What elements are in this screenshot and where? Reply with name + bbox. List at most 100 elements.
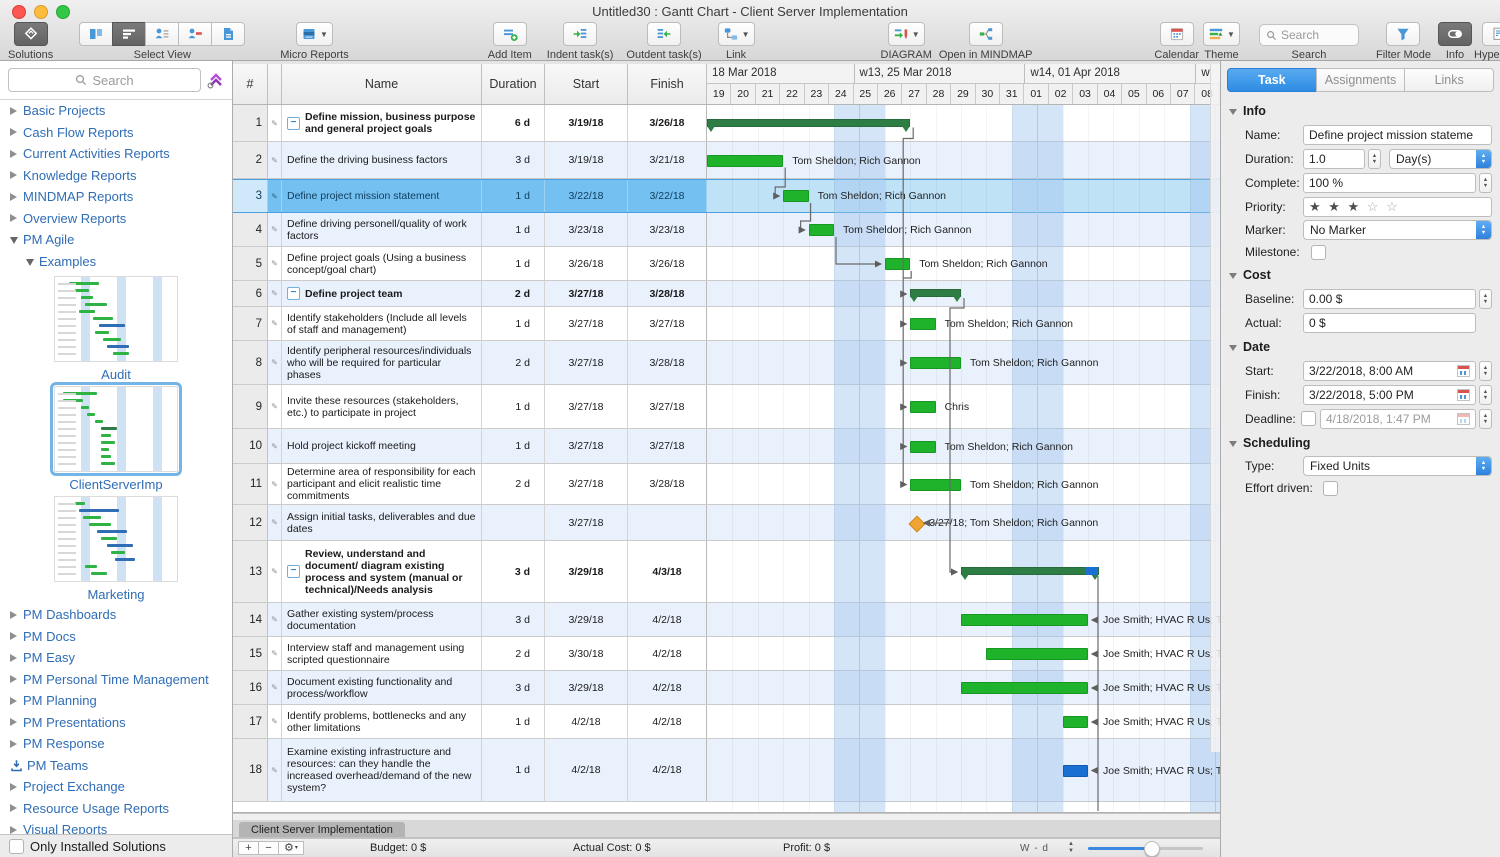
chevron-right-icon[interactable] [10,171,17,179]
task-duration-cell[interactable]: 2 d [482,637,545,670]
chevron-right-icon[interactable] [10,150,17,158]
chevron-right-icon[interactable] [10,675,17,683]
task-duration-cell[interactable]: 2 d [482,464,545,504]
document-tab[interactable]: Client Server Implementation [239,822,405,837]
sidebar-item-project-exchange[interactable]: Project Exchange [0,776,232,798]
task-finish-cell[interactable]: 4/2/18 [628,603,707,636]
task-bar[interactable] [1063,765,1088,777]
tab-task[interactable]: Task [1227,68,1317,92]
actual-cost-field[interactable]: 0 $ [1303,313,1476,333]
task-finish-cell[interactable]: 3/28/18 [628,341,707,384]
task-finish-cell[interactable]: 3/27/18 [628,385,707,428]
task-start-cell[interactable]: 3/26/18 [545,247,628,280]
row-number[interactable]: 15 [233,637,268,670]
preview-thumbnail[interactable] [54,496,178,582]
finish-date-stepper[interactable]: ▲▼ [1479,385,1492,405]
diagram-button[interactable]: ▼ [888,22,925,46]
task-name-field[interactable]: Define project mission stateme [1303,125,1492,145]
start-date-field[interactable]: 3/22/2018, 8:00 AM [1303,361,1476,381]
task-start-cell[interactable]: 4/2/18 [545,705,628,738]
collapse-triangle-icon[interactable] [1229,109,1237,115]
calendar-mini-icon[interactable] [1457,365,1470,377]
sidebar-item-pm-personal-time-management[interactable]: PM Personal Time Management [0,669,232,691]
task-bar[interactable] [809,224,834,236]
duration-unit-dropdown[interactable]: Day(s)▲▼ [1389,149,1492,169]
sidebar-item-visual-reports[interactable]: Visual Reports [0,819,232,835]
task-name-cell[interactable]: Gather existing system/process documenta… [282,603,482,636]
chevron-right-icon[interactable] [10,783,17,791]
row-number[interactable]: 3 [233,180,268,212]
task-start-cell[interactable]: 3/27/18 [545,464,628,504]
preview-caption[interactable]: Audit [101,367,131,382]
task-start-cell[interactable]: 3/27/18 [545,505,628,540]
sidebar-item-pm-response[interactable]: PM Response [0,733,232,755]
task-duration-cell[interactable]: 1 d [482,307,545,340]
collapse-toggle-icon[interactable]: − [287,287,300,300]
row-number[interactable]: 2 [233,142,268,178]
collapse-triangle-icon[interactable] [1229,273,1237,279]
task-name-cell[interactable]: Define project goals (Using a business c… [282,247,482,280]
chevron-right-icon[interactable] [10,107,17,115]
row-number[interactable]: 12 [233,505,268,540]
column-header-icon[interactable] [268,64,282,104]
priority-field[interactable]: ★ ★ ★ ☆ ☆ [1303,197,1492,217]
sidebar-item-pm-docs[interactable]: PM Docs [0,626,232,648]
duration-stepper[interactable]: ▲▼ [1368,149,1381,169]
view-gantt-button[interactable] [112,22,146,46]
task-bar[interactable] [707,155,783,167]
task-duration-cell[interactable]: 1 d [482,705,545,738]
duration-field[interactable]: 1.0 [1303,149,1365,169]
task-duration-cell[interactable]: 3 d [482,603,545,636]
task-name-cell[interactable]: Determine area of responsibility for eac… [282,464,482,504]
chevron-down-icon[interactable] [26,259,34,266]
calendar-button[interactable] [1160,22,1194,46]
toolbar-search-input[interactable]: Search [1259,24,1359,46]
task-finish-cell[interactable]: 3/27/18 [628,429,707,463]
task-bar[interactable] [961,682,1088,694]
scheduling-type-dropdown[interactable]: Fixed Units▲▼ [1303,456,1492,476]
complete-field[interactable]: 100 % [1303,173,1476,193]
task-bar[interactable] [1063,716,1088,728]
chevron-down-icon[interactable] [10,237,18,244]
task-start-cell[interactable]: 3/27/18 [545,307,628,340]
sidebar-item-pm-teams[interactable]: PM Teams [0,755,232,777]
task-duration-cell[interactable]: 1 d [482,213,545,246]
sidebar-item-examples[interactable]: Examples [0,251,232,273]
task-bar[interactable] [910,357,961,369]
chevron-right-icon[interactable] [10,697,17,705]
task-name-cell[interactable]: Identify problems, bottlenecks and any o… [282,705,482,738]
task-finish-cell[interactable]: 3/23/18 [628,213,707,246]
chevron-right-icon[interactable] [10,193,17,201]
task-start-cell[interactable]: 3/30/18 [545,637,628,670]
solution-store-icon[interactable] [206,70,226,90]
zoom-stepper[interactable]: ▲▼ [1068,841,1074,855]
filter-button[interactable] [1386,22,1420,46]
tab-links[interactable]: Links [1404,68,1494,92]
task-finish-cell[interactable]: 4/2/18 [628,739,707,801]
only-installed-solutions-checkbox[interactable] [9,839,24,854]
task-duration-cell[interactable]: 1 d [482,739,545,801]
chevron-right-icon[interactable] [10,804,17,812]
task-start-cell[interactable]: 3/29/18 [545,541,628,602]
column-header-Name[interactable]: Name [282,64,482,104]
chevron-right-icon[interactable] [10,718,17,726]
task-start-cell[interactable]: 3/29/18 [545,671,628,704]
vertical-scrollbar[interactable] [1210,64,1220,752]
summary-bar[interactable] [910,289,961,297]
task-name-cell[interactable]: Identify stakeholders (Include all level… [282,307,482,340]
task-bar[interactable] [910,441,935,453]
task-finish-cell[interactable]: 3/21/18 [628,142,707,178]
task-duration-cell[interactable]: 6 d [482,105,545,141]
sidebar-item-pm-planning[interactable]: PM Planning [0,690,232,712]
row-number[interactable]: 1 [233,105,268,141]
row-number[interactable]: 11 [233,464,268,504]
row-number[interactable]: 7 [233,307,268,340]
summary-bar[interactable] [707,119,910,127]
task-bar[interactable] [910,401,935,413]
task-name-cell[interactable]: −Review, understand and document/ diagra… [282,541,482,602]
task-finish-cell[interactable]: 3/26/18 [628,105,707,141]
task-duration-cell[interactable]: 2 d [482,281,545,306]
row-number[interactable]: 6 [233,281,268,306]
task-start-cell[interactable]: 3/29/18 [545,603,628,636]
collapse-triangle-icon[interactable] [1229,345,1237,351]
